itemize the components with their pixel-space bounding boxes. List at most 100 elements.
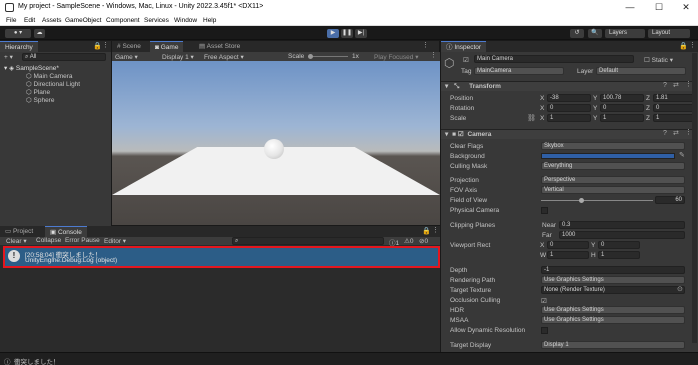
culling-mask-dropdown[interactable]: Everything	[541, 162, 685, 170]
help-icon[interactable]: ?	[663, 82, 667, 90]
viewport-y-input[interactable]: 0	[598, 241, 640, 249]
allow-dynamic-resolution-checkbox[interactable]	[541, 327, 548, 334]
cloud-icon[interactable]: ☁	[34, 29, 45, 38]
history-icon[interactable]: ↺	[570, 29, 584, 38]
play-focused-dropdown[interactable]: Play Focused ▾	[374, 53, 418, 61]
menu-component[interactable]: Component	[106, 17, 140, 24]
fov-slider[interactable]	[541, 200, 653, 201]
scene-root[interactable]: ▾ ◈ SampleScene*	[4, 64, 59, 72]
fov-input[interactable]: 60	[655, 196, 685, 204]
more-icon[interactable]: ⋮	[689, 42, 696, 50]
far-input[interactable]: 1000	[559, 231, 685, 239]
console-search-input[interactable]: ⌕	[232, 237, 384, 245]
account-dropdown[interactable]: ● ▾	[5, 29, 31, 38]
preset-icon[interactable]: ⇄	[673, 82, 679, 90]
viewport-w-input[interactable]: 1	[547, 251, 589, 259]
target-display-dropdown[interactable]: Display 1	[541, 341, 685, 349]
tab-game[interactable]: ◙ Game	[150, 41, 184, 52]
hierarchy-item-directional-light[interactable]: ⬡ Directional Light	[26, 80, 80, 88]
clear-button[interactable]: Clear ▾	[6, 237, 27, 245]
layout-dropdown[interactable]: Layout	[648, 29, 690, 38]
viewport-x-input[interactable]: 0	[547, 241, 589, 249]
fov-axis-dropdown[interactable]: Vertical	[541, 186, 685, 194]
active-checkbox[interactable]: ☑	[463, 56, 469, 64]
layers-dropdown[interactable]: Layers	[605, 29, 645, 38]
status-message[interactable]: 衝突しました！	[14, 356, 60, 365]
viewport-h-input[interactable]: 1	[598, 251, 640, 259]
camera-header[interactable]: ▾ ■ ☑ Camera	[441, 129, 695, 139]
tab-asset-store[interactable]: ▤ Asset Store	[194, 41, 245, 52]
tab-hierarchy[interactable]: Hierarchy	[0, 41, 38, 52]
more-icon[interactable]: ⋮	[432, 227, 439, 235]
maximize-button[interactable]: ☐	[651, 2, 667, 13]
menu-file[interactable]: File	[6, 17, 16, 24]
rotation-z-input[interactable]: 0	[653, 104, 695, 112]
position-z-input[interactable]: 1.81	[653, 94, 695, 102]
clear-flags-dropdown[interactable]: Skybox	[541, 142, 685, 150]
aspect-dropdown[interactable]: Free Aspect ▾	[204, 53, 244, 61]
camera-enabled-checkbox[interactable]: ☑	[458, 131, 464, 138]
help-icon[interactable]: ?	[663, 130, 667, 138]
occlusion-culling-checkbox[interactable]: ☑	[541, 297, 547, 305]
warning-filter-toggle[interactable]: ⚠0	[404, 237, 413, 245]
error-pause-button[interactable]: Error Pause	[65, 237, 100, 244]
collapse-button[interactable]: Collapse	[36, 237, 61, 244]
display-dropdown[interactable]: Display 1 ▾	[162, 53, 194, 61]
menu-help[interactable]: Help	[203, 17, 216, 24]
tab-console[interactable]: ▣ Console	[45, 226, 87, 237]
search-icon[interactable]: 🔍	[588, 29, 602, 38]
fov-slider-thumb[interactable]	[579, 198, 584, 203]
static-checkbox[interactable]: ☐ Static ▾	[644, 56, 673, 64]
near-input[interactable]: 0.3	[559, 221, 685, 229]
rotation-x-input[interactable]: 0	[547, 104, 591, 112]
scale-z-input[interactable]: 1	[653, 114, 695, 122]
menu-assets[interactable]: Assets	[42, 17, 62, 24]
game-mode-dropdown[interactable]: Game ▾	[115, 53, 138, 61]
scale-x-input[interactable]: 1	[547, 114, 591, 122]
play-button[interactable]: ▶	[327, 29, 339, 38]
hierarchy-item-plane[interactable]: ⬡ Plane	[26, 88, 50, 96]
inspector-scrollbar[interactable]	[692, 53, 697, 343]
more-icon[interactable]: ⋮	[102, 42, 109, 50]
depth-input[interactable]: -1	[541, 266, 685, 274]
minimize-button[interactable]: —	[622, 2, 638, 12]
more-icon[interactable]: ⋮	[422, 42, 429, 50]
hierarchy-item-main-camera[interactable]: ⬡ Main Camera	[26, 72, 73, 80]
position-x-input[interactable]: -38	[547, 94, 591, 102]
target-texture-field[interactable]: None (Render Texture)	[541, 286, 685, 294]
projection-dropdown[interactable]: Perspective	[541, 176, 685, 184]
menu-edit[interactable]: Edit	[24, 17, 35, 24]
tab-scene[interactable]: # Scene	[112, 41, 146, 52]
physical-camera-checkbox[interactable]	[541, 207, 548, 214]
tag-dropdown[interactable]: MainCamera	[474, 67, 564, 75]
msaa-dropdown[interactable]: Use Graphics Settings	[541, 316, 685, 324]
scale-y-input[interactable]: 1	[600, 114, 644, 122]
lock-icon[interactable]: 🔒	[422, 228, 431, 236]
more-icon[interactable]: ⋮	[430, 52, 437, 60]
menu-services[interactable]: Services	[144, 17, 169, 24]
position-y-input[interactable]: 100.78	[600, 94, 644, 102]
add-button[interactable]: + ▾	[4, 53, 13, 61]
editor-dropdown[interactable]: Editor ▾	[104, 237, 126, 245]
game-view[interactable]	[112, 61, 440, 225]
scale-slider-thumb[interactable]	[308, 54, 313, 59]
menu-gameobject[interactable]: GameObject	[65, 17, 102, 24]
transform-header[interactable]: ▾ ⤡ Transform	[441, 81, 695, 91]
hdr-dropdown[interactable]: Use Graphics Settings	[541, 306, 685, 314]
hierarchy-item-sphere[interactable]: ⬡ Sphere	[26, 96, 54, 104]
rendering-path-dropdown[interactable]: Use Graphics Settings	[541, 276, 685, 284]
step-button[interactable]: ▶|	[355, 29, 367, 38]
eyedropper-icon[interactable]: ✎	[679, 152, 685, 160]
background-color-swatch[interactable]	[541, 153, 675, 159]
error-filter-toggle[interactable]: ⊘0	[419, 237, 428, 245]
rotation-y-input[interactable]: 0	[600, 104, 644, 112]
object-picker-icon[interactable]: ⊙	[677, 286, 683, 294]
object-name-input[interactable]: Main Camera	[474, 55, 634, 63]
scale-slider[interactable]	[308, 56, 348, 57]
tab-project[interactable]: ▭ Project	[0, 226, 38, 237]
more-icon[interactable]: ⋮	[685, 81, 692, 89]
link-icon[interactable]: ⛓	[527, 115, 536, 123]
more-icon[interactable]: ⋮	[685, 129, 692, 137]
hierarchy-search-input[interactable]: ⌕ All	[22, 53, 106, 61]
tab-inspector[interactable]: ⓘ Inspector	[441, 41, 487, 52]
